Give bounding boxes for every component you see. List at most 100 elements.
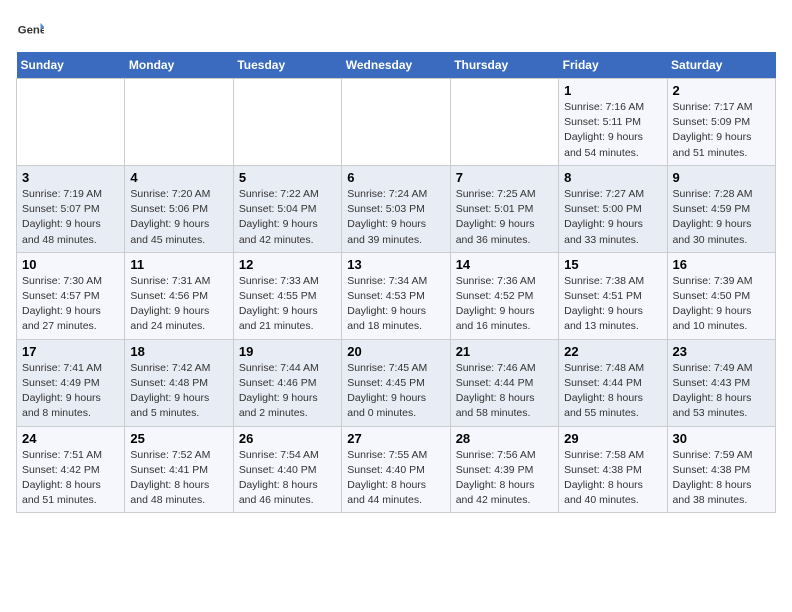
calendar-cell: 21Sunrise: 7:46 AMSunset: 4:44 PMDayligh… [450, 339, 558, 426]
day-number: 14 [456, 257, 553, 272]
calendar-cell: 6 Sunrise: 7:24 AMSunset: 5:03 PMDaylight… [342, 165, 450, 252]
day-info: Sunrise: 7:41 AMSunset: 4:49 PMDaylight:… [22, 361, 119, 422]
calendar-cell: 13 Sunrise: 7:34 AMSunset: 4:53 PMDayligh… [342, 252, 450, 339]
day-number: 11 [130, 257, 227, 272]
calendar-cell: 28 Sunrise: 7:56 AMSunset: 4:39 PMDayligh… [450, 426, 558, 513]
day-number: 9 [673, 170, 770, 185]
calendar-cell [125, 79, 233, 166]
day-number: 28 [456, 431, 553, 446]
day-info: Sunrise: 7:24 AMSunset: 5:03 PMDaylight:… [347, 187, 444, 248]
header-monday: Monday [125, 52, 233, 79]
day-info: Sunrise: 7:28 AMSunset: 4:59 PMDaylight:… [673, 187, 770, 248]
header-tuesday: Tuesday [233, 52, 341, 79]
day-info: Sunrise: 7:51 AMSunset: 4:42 PMDaylight:… [22, 448, 119, 509]
day-number: 13 [347, 257, 444, 272]
page-header: General [16, 16, 776, 44]
day-number: 25 [130, 431, 227, 446]
calendar-header-row: SundayMondayTuesdayWednesdayThursdayFrid… [17, 52, 776, 79]
day-number: 3 [22, 170, 119, 185]
calendar-cell: 5 Sunrise: 7:22 AMSunset: 5:04 PMDaylight… [233, 165, 341, 252]
day-info: Sunrise: 7:54 AMSunset: 4:40 PMDaylight:… [239, 448, 336, 509]
day-info: Sunrise: 7:25 AMSunset: 5:01 PMDaylight:… [456, 187, 553, 248]
calendar-week-4: 17 Sunrise: 7:41 AMSunset: 4:49 PMDayligh… [17, 339, 776, 426]
calendar-cell: 7 Sunrise: 7:25 AMSunset: 5:01 PMDaylight… [450, 165, 558, 252]
calendar-cell: 11Sunrise: 7:31 AMSunset: 4:56 PMDayligh… [125, 252, 233, 339]
calendar-cell: 22Sunrise: 7:48 AMSunset: 4:44 PMDayligh… [559, 339, 667, 426]
day-number: 24 [22, 431, 119, 446]
day-info: Sunrise: 7:56 AMSunset: 4:39 PMDaylight:… [456, 448, 553, 509]
day-info: Sunrise: 7:20 AMSunset: 5:06 PMDaylight:… [130, 187, 227, 248]
day-info: Sunrise: 7:46 AMSunset: 4:44 PMDaylight:… [456, 361, 553, 422]
calendar-week-5: 24 Sunrise: 7:51 AMSunset: 4:42 PMDayligh… [17, 426, 776, 513]
header-sunday: Sunday [17, 52, 125, 79]
calendar-cell: 17 Sunrise: 7:41 AMSunset: 4:49 PMDayligh… [17, 339, 125, 426]
calendar-table: SundayMondayTuesdayWednesdayThursdayFrid… [16, 52, 776, 513]
day-number: 23 [673, 344, 770, 359]
calendar-week-3: 10 Sunrise: 7:30 AMSunset: 4:57 PMDayligh… [17, 252, 776, 339]
day-number: 26 [239, 431, 336, 446]
day-info: Sunrise: 7:22 AMSunset: 5:04 PMDaylight:… [239, 187, 336, 248]
day-info: Sunrise: 7:42 AMSunset: 4:48 PMDaylight:… [130, 361, 227, 422]
calendar-week-2: 3 Sunrise: 7:19 AMSunset: 5:07 PMDaylight… [17, 165, 776, 252]
header-thursday: Thursday [450, 52, 558, 79]
calendar-cell: 1 Sunrise: 7:16 AMSunset: 5:11 PMDaylight… [559, 79, 667, 166]
calendar-cell: 3 Sunrise: 7:19 AMSunset: 5:07 PMDaylight… [17, 165, 125, 252]
calendar-cell: 18 Sunrise: 7:42 AMSunset: 4:48 PMDayligh… [125, 339, 233, 426]
day-info: Sunrise: 7:16 AMSunset: 5:11 PMDaylight:… [564, 100, 661, 161]
calendar-cell [17, 79, 125, 166]
calendar-cell: 29Sunrise: 7:58 AMSunset: 4:38 PMDayligh… [559, 426, 667, 513]
day-info: Sunrise: 7:39 AMSunset: 4:50 PMDaylight:… [673, 274, 770, 335]
day-info: Sunrise: 7:36 AMSunset: 4:52 PMDaylight:… [456, 274, 553, 335]
day-number: 4 [130, 170, 227, 185]
day-number: 30 [673, 431, 770, 446]
day-info: Sunrise: 7:52 AMSunset: 4:41 PMDaylight:… [130, 448, 227, 509]
day-number: 1 [564, 83, 661, 98]
calendar-cell: 14 Sunrise: 7:36 AMSunset: 4:52 PMDayligh… [450, 252, 558, 339]
day-number: 17 [22, 344, 119, 359]
header-saturday: Saturday [667, 52, 775, 79]
calendar-cell: 12 Sunrise: 7:33 AMSunset: 4:55 PMDayligh… [233, 252, 341, 339]
day-number: 16 [673, 257, 770, 272]
calendar-week-1: 1 Sunrise: 7:16 AMSunset: 5:11 PMDaylight… [17, 79, 776, 166]
day-info: Sunrise: 7:59 AMSunset: 4:38 PMDaylight:… [673, 448, 770, 509]
day-number: 15 [564, 257, 661, 272]
calendar-cell [233, 79, 341, 166]
logo-icon: General [16, 16, 44, 44]
day-info: Sunrise: 7:19 AMSunset: 5:07 PMDaylight:… [22, 187, 119, 248]
day-number: 10 [22, 257, 119, 272]
day-number: 18 [130, 344, 227, 359]
day-number: 12 [239, 257, 336, 272]
day-number: 7 [456, 170, 553, 185]
day-info: Sunrise: 7:34 AMSunset: 4:53 PMDaylight:… [347, 274, 444, 335]
calendar-cell: 20Sunrise: 7:45 AMSunset: 4:45 PMDayligh… [342, 339, 450, 426]
calendar-cell: 26 Sunrise: 7:54 AMSunset: 4:40 PMDayligh… [233, 426, 341, 513]
day-info: Sunrise: 7:49 AMSunset: 4:43 PMDaylight:… [673, 361, 770, 422]
day-info: Sunrise: 7:48 AMSunset: 4:44 PMDaylight:… [564, 361, 661, 422]
day-number: 29 [564, 431, 661, 446]
day-info: Sunrise: 7:17 AMSunset: 5:09 PMDaylight:… [673, 100, 770, 161]
day-info: Sunrise: 7:38 AMSunset: 4:51 PMDaylight:… [564, 274, 661, 335]
header-wednesday: Wednesday [342, 52, 450, 79]
calendar-cell: 15 Sunrise: 7:38 AMSunset: 4:51 PMDayligh… [559, 252, 667, 339]
calendar-cell: 24 Sunrise: 7:51 AMSunset: 4:42 PMDayligh… [17, 426, 125, 513]
day-info: Sunrise: 7:30 AMSunset: 4:57 PMDaylight:… [22, 274, 119, 335]
day-number: 8 [564, 170, 661, 185]
day-number: 19 [239, 344, 336, 359]
day-number: 2 [673, 83, 770, 98]
calendar-cell [342, 79, 450, 166]
day-info: Sunrise: 7:45 AMSunset: 4:45 PMDaylight:… [347, 361, 444, 422]
day-number: 5 [239, 170, 336, 185]
day-info: Sunrise: 7:27 AMSunset: 5:00 PMDaylight:… [564, 187, 661, 248]
calendar-cell: 23 Sunrise: 7:49 AMSunset: 4:43 PMDayligh… [667, 339, 775, 426]
calendar-cell: 8 Sunrise: 7:27 AMSunset: 5:00 PMDaylight… [559, 165, 667, 252]
day-number: 27 [347, 431, 444, 446]
day-info: Sunrise: 7:55 AMSunset: 4:40 PMDaylight:… [347, 448, 444, 509]
calendar-cell: 2 Sunrise: 7:17 AMSunset: 5:09 PMDaylight… [667, 79, 775, 166]
calendar-cell: 25 Sunrise: 7:52 AMSunset: 4:41 PMDayligh… [125, 426, 233, 513]
calendar-cell: 27 Sunrise: 7:55 AMSunset: 4:40 PMDayligh… [342, 426, 450, 513]
calendar-cell [450, 79, 558, 166]
calendar-cell: 10 Sunrise: 7:30 AMSunset: 4:57 PMDayligh… [17, 252, 125, 339]
day-number: 6 [347, 170, 444, 185]
day-info: Sunrise: 7:33 AMSunset: 4:55 PMDaylight:… [239, 274, 336, 335]
header-friday: Friday [559, 52, 667, 79]
